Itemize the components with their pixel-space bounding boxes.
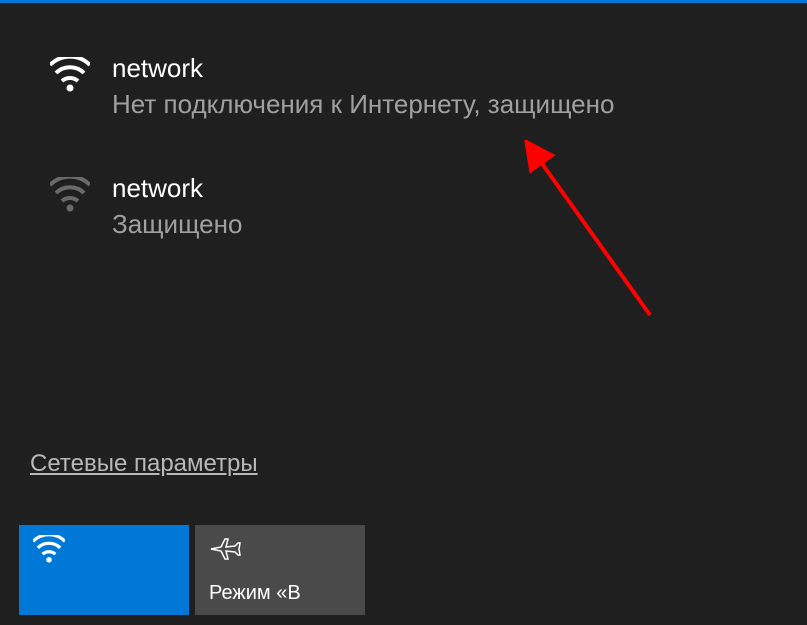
network-item-connected[interactable]: network Нет подключения к Интернету, защ… — [50, 53, 777, 123]
network-list: network Нет подключения к Интернету, защ… — [0, 3, 807, 242]
action-tiles: Режим «В — [19, 525, 365, 615]
network-info: network Защищено — [112, 173, 242, 243]
airplane-mode-tile[interactable]: Режим «В — [195, 525, 365, 615]
network-status: Защищено — [112, 206, 242, 242]
network-info: network Нет подключения к Интернету, защ… — [112, 53, 614, 123]
network-status: Нет подключения к Интернету, защищено — [112, 86, 614, 122]
network-name: network — [112, 53, 614, 84]
wifi-toggle-tile[interactable] — [19, 525, 189, 615]
wifi-icon — [50, 177, 90, 213]
airplane-tile-label: Режим «В — [209, 582, 351, 605]
network-settings-link[interactable]: Сетевые параметры — [30, 450, 258, 478]
network-name: network — [112, 173, 242, 204]
wifi-icon — [33, 535, 65, 563]
wifi-icon — [50, 57, 90, 93]
airplane-icon — [209, 535, 241, 563]
network-item-available[interactable]: network Защищено — [50, 173, 777, 243]
